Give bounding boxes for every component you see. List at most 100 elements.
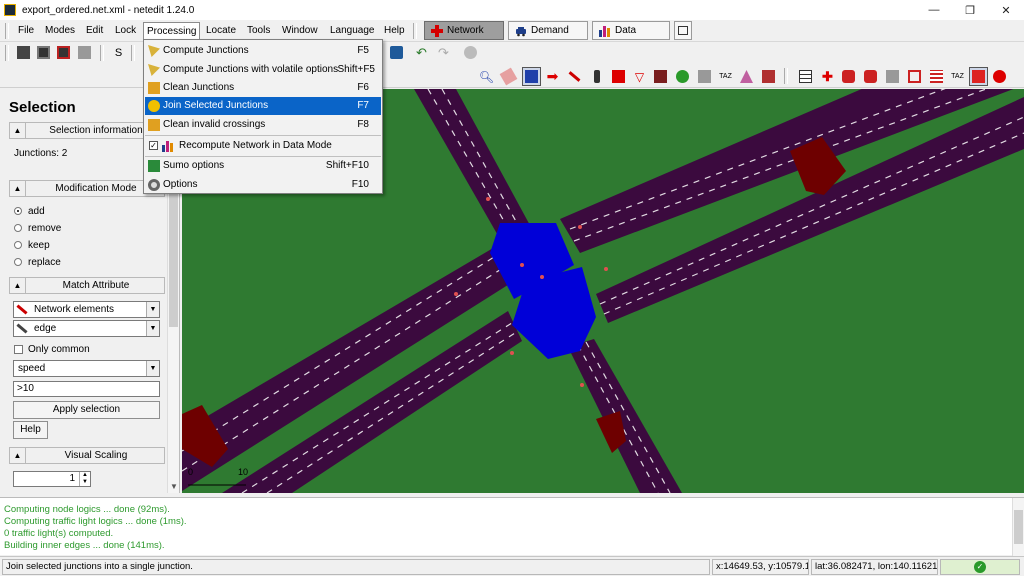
collapse-arrow-icon[interactable]: ▲ [10,278,26,293]
spinner-down-icon[interactable]: ▼ [79,479,90,486]
menu-edit[interactable]: Edit [84,24,105,38]
radio-dot [14,224,22,232]
move-mode-button[interactable]: ➡ [544,68,561,85]
consistency-status: ✓ [940,559,1020,575]
additional-mode-button[interactable] [674,68,691,85]
wire-mode-button[interactable] [696,68,713,85]
network-mode-button[interactable]: Network [424,21,504,40]
create-edge-button[interactable] [566,68,583,85]
taz-mode-button[interactable]: TAZ [717,68,734,85]
show-connections-toggle[interactable] [928,68,945,85]
menu-help[interactable]: Help [382,24,407,38]
collapse-arrow-icon[interactable]: ▲ [10,123,26,138]
minimize-button[interactable]: — [916,0,952,20]
match-attribute-header[interactable]: ▲ Match Attribute [9,277,165,294]
new-network-button[interactable] [15,44,32,61]
menu-tools[interactable]: Tools [245,24,272,38]
message-scrollbar[interactable] [1012,498,1024,556]
delete-mode-button[interactable] [499,67,518,86]
change-lanes-toggle[interactable] [906,68,923,85]
traffic-light-button[interactable] [588,68,605,85]
merge-junctions-toggle[interactable] [884,68,901,85]
mode-keep-radio[interactable]: keep [14,238,50,252]
decal-mode-button[interactable] [760,68,777,85]
visual-scaling-header[interactable]: ▲ Visual Scaling [9,447,165,464]
menu-modes[interactable]: Modes [43,24,77,38]
maximize-button[interactable]: ❐ [952,0,988,20]
mode-replace-radio[interactable]: replace [14,255,61,269]
toolbar-grip [131,45,135,61]
menu-sumo-options[interactable]: Sumo options Shift+F10 [145,157,381,175]
menu-window[interactable]: Window [280,24,320,38]
collapse-arrow-icon[interactable]: ▲ [10,448,26,463]
eraser-icon [499,67,518,86]
menu-clean-invalid-crossings[interactable]: Clean invalid crossings F8 [145,116,381,134]
menu-item-shortcut: F6 [357,82,369,93]
collapse-arrow-icon[interactable]: ▲ [10,181,26,196]
grid-toggle-button[interactable] [797,68,814,85]
edge-small-icon [16,323,28,334]
close-button[interactable]: ✕ [988,0,1024,20]
show-demand-toggle[interactable] [840,68,857,85]
modification-mode-header[interactable]: ▲ Modification Mode [9,180,165,197]
only-common-checkbox[interactable]: Only common [14,344,90,355]
mode-remove-radio[interactable]: remove [14,221,61,235]
menu-compute-volatile[interactable]: Compute Junctions with volatile options … [145,61,381,79]
menu-clean-junctions[interactable]: Clean Junctions F6 [145,79,381,97]
help-button[interactable]: Help [13,421,48,439]
lane-change-icon [908,70,921,83]
toggle-window-button[interactable] [674,21,692,40]
car-crash-icon [864,70,877,83]
menu-locate[interactable]: Locate [204,24,238,38]
scroll-down-icon[interactable]: ▼ [168,481,179,493]
match-value-input[interactable]: >10 [13,381,160,397]
undo-button[interactable]: ↶ [413,44,430,61]
car-icon [515,25,527,37]
show-lane-icons-toggle[interactable] [991,68,1008,85]
menu-language[interactable]: Language [328,24,377,38]
taz-icon: TAZ [719,73,732,80]
save-all-button[interactable] [76,44,93,61]
select-mode-button[interactable] [522,67,541,86]
shape-mode-button[interactable] [738,68,755,85]
supermode-s-button[interactable]: S [110,44,127,61]
mode-add-radio[interactable]: add [14,204,45,218]
inspect-mode-button[interactable]: 🔍︎ [478,68,495,85]
menu-compute-junctions[interactable]: Compute Junctions F5 [145,42,381,60]
menu-join-selected-junctions[interactable]: Join Selected Junctions F7 [145,97,381,115]
menu-processing[interactable]: Processing [143,22,201,40]
element-type-select[interactable]: edge ▼ [13,320,160,337]
attribute-select[interactable]: speed ▼ [13,360,160,377]
save-all-icon [78,46,91,59]
checkbox-label: Only common [28,344,90,355]
save-additionals-button[interactable] [55,44,72,61]
show-vehicles-toggle[interactable] [862,68,879,85]
scroll-thumb[interactable] [1014,510,1023,544]
car-red-icon [842,70,855,83]
data-mode-button[interactable]: Data [592,21,670,40]
screenshot-button[interactable] [388,44,405,61]
show-bubbles-toggle[interactable] [969,67,988,86]
menu-item-label: Options [163,179,198,190]
apply-selection-button[interactable]: Apply selection [13,401,160,419]
connection-mode-button[interactable] [610,68,627,85]
prohibition-mode-button[interactable]: ▽ [631,68,648,85]
spinner-value: 1 [69,473,75,484]
menu-lock[interactable]: Lock [113,24,138,38]
crossing-mode-button[interactable] [652,68,669,85]
save-network-button[interactable] [35,44,52,61]
junction-shape-toggle[interactable]: ✚ [819,68,836,85]
menubar-grip [5,23,9,39]
menu-recompute-data-mode[interactable]: ✓ Recompute Network in Data Mode [145,137,381,155]
visual-scaling-spinner[interactable]: 1 ▲ ▼ [13,471,91,487]
window-controls: — ❐ ✕ [916,0,1024,20]
element-set-select[interactable]: Network elements ▼ [13,301,160,318]
redo-button[interactable]: ↷ [435,44,452,61]
compute-network-button[interactable] [462,44,479,61]
spinner-up-icon[interactable]: ▲ [79,472,90,479]
menu-options[interactable]: Options F10 [145,176,381,194]
menu-file[interactable]: File [16,24,36,38]
selection-information-header[interactable]: ▲ Selection information [9,122,165,139]
demand-mode-button[interactable]: Demand [508,21,588,40]
show-taz-toggle[interactable]: TAZ [949,68,966,85]
